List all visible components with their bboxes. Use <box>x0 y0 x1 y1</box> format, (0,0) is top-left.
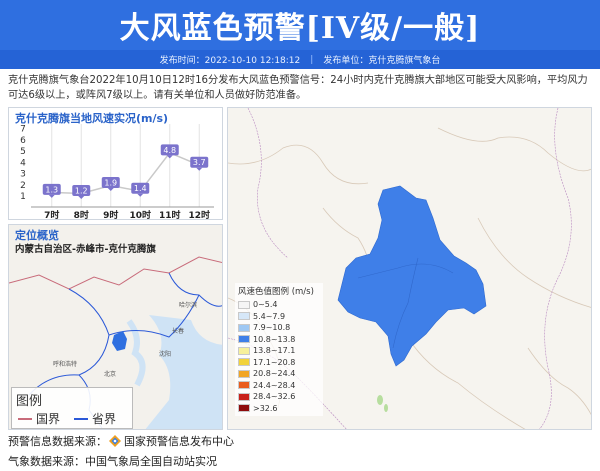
province-border-swatch <box>74 417 88 420</box>
publisher: 发布单位：克什克腾旗气象台 <box>323 56 441 66</box>
wind-legend-label: 13.8~17.1 <box>253 346 296 356</box>
x-tick-label: 7时 <box>44 209 59 221</box>
county-border <box>247 108 289 259</box>
wind-speed-chart: 123 4567 1.3 7时 1.2 8时 1.9 9时 1.4 10时 4.8 11时 3.7 12时 <box>20 124 214 221</box>
legend-item-national-border: 国界 <box>18 410 60 427</box>
road-line <box>477 217 591 308</box>
wind-legend-swatch <box>238 392 250 401</box>
x-tick-label: 9时 <box>103 209 118 221</box>
data-label: 4.8 <box>163 146 176 155</box>
wind-legend-label: 7.9~10.8 <box>253 323 291 333</box>
location-path: 内蒙古自治区-赤峰市-克什克腾旗 <box>15 244 156 255</box>
legend-label: 国界 <box>36 412 61 426</box>
legend-label: 省界 <box>92 412 117 426</box>
wind-legend-label: 28.4~32.6 <box>253 392 296 402</box>
warning-source-name: 国家预警信息发布中心 <box>124 435 234 448</box>
wind-legend-swatch <box>238 323 250 332</box>
wind-legend-swatch <box>238 346 250 355</box>
data-label-pointer <box>166 155 173 159</box>
wind-legend-title: 风速色值图例 (m/s) <box>238 287 314 297</box>
wind-speed-legend: 风速色值图例 (m/s) 0~5.4 5.4~7.9 7.9~10.8 10.8~13… <box>235 283 323 416</box>
y-tick-label: 2 <box>20 181 26 191</box>
wind-legend-swatch <box>238 404 250 413</box>
y-tick-label: 7 <box>20 125 26 135</box>
warning-meta-bar: 发布时间：2022-10-10 12:18:12 | 发布单位：克什克腾旗气象台 <box>0 50 600 69</box>
data-label: 1.9 <box>104 179 117 188</box>
x-tick-label: 11时 <box>159 209 181 221</box>
y-tick-label: 3 <box>20 170 26 180</box>
wind-legend-rows: 0~5.4 5.4~7.9 7.9~10.8 10.8~13.8 13.8~17.1 17… <box>238 299 320 414</box>
wind-legend-swatch <box>238 300 250 309</box>
source-line-weather: 气象数据来源：中国气象局全国自动站实况 <box>8 453 217 469</box>
weather-source-label: 气象数据来源：中国气象局全国自动站实况 <box>8 455 217 468</box>
road-line <box>437 127 591 172</box>
meta-separator: | <box>310 54 314 65</box>
publish-time: 发布时间：2022-10-10 12:18:12 <box>159 56 301 66</box>
x-tick-label: 12时 <box>188 209 210 221</box>
warning-area-map[interactable]: 风速色值图例 (m/s) 0~5.4 5.4~7.9 7.9~10.8 10.8~13… <box>227 107 592 430</box>
wind-legend-item: 24.4~28.4 <box>238 380 320 392</box>
wind-legend-label: 0~5.4 <box>253 300 278 310</box>
wind-legend-swatch <box>238 381 250 390</box>
road-line <box>527 347 591 416</box>
data-label-pointer <box>78 195 85 199</box>
y-tick-label: 4 <box>20 158 26 168</box>
data-label-pointer <box>48 194 55 198</box>
legend-item-province-border: 省界 <box>74 410 116 427</box>
wind-legend-item: 10.8~13.8 <box>238 334 320 346</box>
warning-title: 大风蓝色预警[IV级/一般] <box>119 11 481 46</box>
wind-legend-swatch <box>238 369 250 378</box>
warning-description: 克什克腾旗气象台2022年10月10日12时16分发布大风蓝色预警信号：24小时… <box>8 75 588 101</box>
vegetation-patch <box>384 404 388 412</box>
warning-center-logo-icon <box>109 435 121 447</box>
data-label: 3.7 <box>193 158 206 167</box>
y-tick-label: 1 <box>20 192 26 202</box>
data-label: 1.3 <box>45 185 58 194</box>
wind-legend-item: 0~5.4 <box>238 299 320 311</box>
road-line <box>228 144 369 185</box>
warning-region[interactable] <box>337 185 487 367</box>
wind-legend-label: >32.6 <box>253 403 278 413</box>
county-border <box>539 108 572 429</box>
wind-legend-item: 13.8~17.1 <box>238 345 320 357</box>
vegetation-patch <box>377 395 383 405</box>
wind-legend-swatch <box>238 358 250 367</box>
wind-legend-item: 28.4~32.6 <box>238 391 320 403</box>
data-label-pointer <box>196 167 203 171</box>
city-label: 长春 <box>172 327 184 335</box>
wind-legend-label: 10.8~13.8 <box>253 334 296 344</box>
national-border-swatch <box>18 417 32 420</box>
data-label-pointer <box>107 188 114 192</box>
y-tick-label: 6 <box>20 136 26 146</box>
city-label: 北京 <box>104 370 116 378</box>
location-overview-panel: 哈尔滨 长春 沈阳 呼和浩特 北京 定位概览 内蒙古自治区-赤峰市-克什克腾旗 … <box>8 224 223 430</box>
overview-legend-title: 图例 <box>16 394 43 409</box>
wind-legend-label: 5.4~7.9 <box>253 311 286 321</box>
city-label: 呼和浩特 <box>53 360 77 368</box>
overview-legend: 图例 国界 省界 <box>11 387 133 429</box>
wind-legend-item: 7.9~10.8 <box>238 322 320 334</box>
road-line <box>407 337 526 429</box>
wind-legend-item: >32.6 <box>238 403 320 415</box>
wind-legend-swatch <box>238 312 250 321</box>
wind-legend-item: 20.8~24.4 <box>238 368 320 380</box>
wind-legend-item: 5.4~7.9 <box>238 311 320 323</box>
x-tick-label: 10时 <box>129 209 151 221</box>
wind-legend-label: 20.8~24.4 <box>253 369 296 379</box>
wind-legend-label: 17.1~20.8 <box>253 357 296 367</box>
data-label-pointer <box>137 193 144 197</box>
wind-legend-item: 17.1~20.8 <box>238 357 320 369</box>
wind-speed-chart-panel: 克什克腾旗当地风速实况(m/s) 1 2 3 4 5 6 7 1.3 7时 1.2 8时 1.9 9时 1… <box>8 107 223 221</box>
data-label: 1.4 <box>134 184 147 193</box>
warning-source-label: 预警信息数据来源： <box>8 435 107 448</box>
warning-banner: 大风蓝色预警[IV级/一般] <box>0 0 600 50</box>
source-line-warning: 预警信息数据来源： 国家预警信息发布中心 <box>8 433 234 449</box>
x-tick-label: 8时 <box>74 209 89 221</box>
y-tick-label: 5 <box>20 147 26 157</box>
city-label: 沈阳 <box>159 350 171 358</box>
city-label: 哈尔滨 <box>179 301 197 309</box>
data-label: 1.2 <box>75 186 88 195</box>
wind-legend-label: 24.4~28.4 <box>253 380 296 390</box>
wind-legend-swatch <box>238 335 250 344</box>
